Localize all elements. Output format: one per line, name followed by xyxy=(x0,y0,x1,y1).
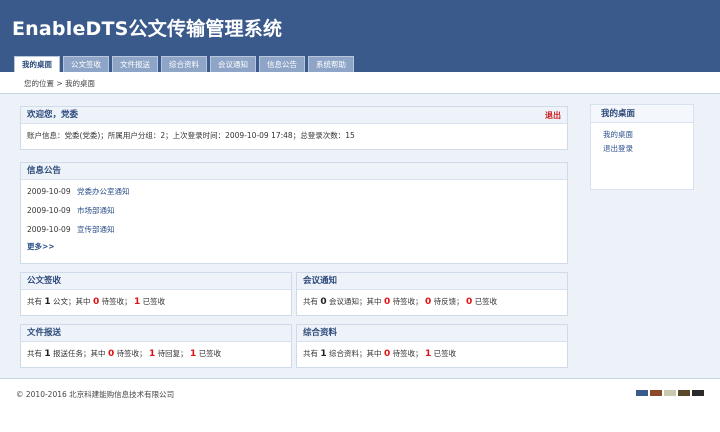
tab-notices[interactable]: 信息公告 xyxy=(259,56,305,72)
sidebar: 我的桌面 我的桌面 退出登录 xyxy=(590,104,694,190)
total-count: 1 xyxy=(44,349,51,359)
text: 公文；其中 xyxy=(53,297,91,306)
total-count: 1 xyxy=(44,297,51,307)
notice-item[interactable]: 2009-10-09 宣传部通知 xyxy=(27,220,561,239)
footer: © 2010-2016 北京科建能购信息技术有限公司 xyxy=(0,378,720,432)
welcome-header: 欢迎您，党委 退出 xyxy=(21,107,567,124)
notices-list: 2009-10-09 党委办公室通知 2009-10-09 市场部通知 2009… xyxy=(21,180,567,258)
theme-swatch-3[interactable] xyxy=(678,390,690,396)
main-nav-tabs: 我的桌面 公文签收 文件报送 综合资料 会议通知 信息公告 系统帮助 xyxy=(14,56,357,72)
notices-panel: 信息公告 2009-10-09 党委办公室通知 2009-10-09 市场部通知… xyxy=(20,162,568,264)
app-header: EnableDTS公文传输管理系统 我的桌面 公文签收 文件报送 综合资料 会议… xyxy=(0,0,720,72)
welcome-title: 欢迎您，党委 xyxy=(27,110,79,120)
text: 已签收 xyxy=(433,349,457,358)
docs-receive-summary: 共有 1 公文；其中 0 待签收； 1 已签收 xyxy=(21,290,291,313)
notice-link[interactable]: 宣传部通知 xyxy=(77,225,115,234)
meeting-summary: 共有 0 会议通知；其中 0 待签收； 0 待反馈； 0 已签收 xyxy=(297,290,567,313)
text: 共有 xyxy=(303,297,318,306)
pending-count: 0 xyxy=(383,297,391,307)
text: 待签收； xyxy=(392,349,423,358)
theme-swatch-1[interactable] xyxy=(650,390,662,396)
text: 已签收 xyxy=(142,297,166,306)
text: 共有 xyxy=(27,349,42,358)
tab-file-submit[interactable]: 文件报送 xyxy=(112,56,158,72)
text: 待回复； xyxy=(157,349,188,358)
file-submit-title: 文件报送 xyxy=(21,325,291,342)
file-submit-summary: 共有 1 报送任务；其中 0 待签收； 1 待回复； 1 已签收 xyxy=(21,342,291,365)
done-count: 1 xyxy=(190,349,197,359)
materials-title: 综合资料 xyxy=(297,325,567,342)
text: 待签收； xyxy=(116,349,147,358)
done-count: 1 xyxy=(133,297,141,307)
account-info: 账户信息：党委(党委)；所属用户分组：2；上次登录时间：2009-10-09 1… xyxy=(27,131,355,140)
tab-help[interactable]: 系统帮助 xyxy=(308,56,354,72)
tab-materials[interactable]: 综合资料 xyxy=(161,56,207,72)
theme-swatches xyxy=(634,390,704,396)
meeting-title: 会议通知 xyxy=(297,273,567,290)
docs-receive-panel: 公文签收 共有 1 公文；其中 0 待签收； 1 已签收 xyxy=(20,272,292,316)
more-link[interactable]: 更多>> xyxy=(27,241,561,252)
text: 综合资料；其中 xyxy=(329,349,382,358)
welcome-panel: 欢迎您，党委 退出 账户信息：党委(党委)；所属用户分组：2；上次登录时间：20… xyxy=(20,106,568,150)
notice-date: 2009-10-09 xyxy=(27,225,71,234)
text: 待反馈； xyxy=(433,297,464,306)
notice-date: 2009-10-09 xyxy=(27,187,71,196)
done-count: 0 xyxy=(466,297,473,307)
sidebar-title: 我的桌面 xyxy=(591,105,693,123)
notice-date: 2009-10-09 xyxy=(27,206,71,215)
reply-count: 1 xyxy=(148,349,156,359)
done-count: 1 xyxy=(424,349,432,359)
tab-docs-receive[interactable]: 公文签收 xyxy=(63,56,109,72)
text: 待签收； xyxy=(392,297,423,306)
theme-swatch-4[interactable] xyxy=(692,390,704,396)
theme-swatch-0[interactable] xyxy=(636,390,648,396)
docs-receive-title: 公文签收 xyxy=(21,273,291,290)
theme-swatch-2[interactable] xyxy=(664,390,676,396)
meeting-panel: 会议通知 共有 0 会议通知；其中 0 待签收； 0 待反馈； 0 已签收 xyxy=(296,272,568,316)
file-submit-panel: 文件报送 共有 1 报送任务；其中 0 待签收； 1 待回复； 1 已签收 xyxy=(20,324,292,368)
breadcrumb-bar: 您的位置 > 我的桌面 xyxy=(0,72,720,94)
text: 已签收 xyxy=(198,349,222,358)
notices-title: 信息公告 xyxy=(21,163,567,180)
notice-item[interactable]: 2009-10-09 党委办公室通知 xyxy=(27,182,561,201)
pending-count: 0 xyxy=(383,349,391,359)
copyright: © 2010-2016 北京科建能购信息技术有限公司 xyxy=(16,390,175,399)
text: 待签收； xyxy=(101,297,132,306)
notice-link[interactable]: 党委办公室通知 xyxy=(77,187,130,196)
sidebar-link-desktop[interactable]: 我的桌面 xyxy=(591,128,693,142)
text: 共有 xyxy=(303,349,318,358)
tab-my-desktop[interactable]: 我的桌面 xyxy=(14,56,60,72)
notice-item[interactable]: 2009-10-09 市场部通知 xyxy=(27,201,561,220)
materials-panel: 综合资料 共有 1 综合资料；其中 0 待签收； 1 已签收 xyxy=(296,324,568,368)
text: 会议通知；其中 xyxy=(329,297,382,306)
text: 报送任务；其中 xyxy=(53,349,106,358)
sidebar-link-logout[interactable]: 退出登录 xyxy=(591,142,693,156)
feedback-count: 0 xyxy=(424,297,432,307)
text: 已签收 xyxy=(474,297,498,306)
notice-link[interactable]: 市场部通知 xyxy=(77,206,115,215)
text: 共有 xyxy=(27,297,42,306)
pending-count: 0 xyxy=(107,349,115,359)
materials-summary: 共有 1 综合资料；其中 0 待签收； 1 已签收 xyxy=(297,342,567,365)
app-title: EnableDTS公文传输管理系统 xyxy=(12,18,283,40)
pending-count: 0 xyxy=(92,297,100,307)
tab-meeting[interactable]: 会议通知 xyxy=(210,56,256,72)
logout-link[interactable]: 退出 xyxy=(545,107,561,124)
breadcrumb: 您的位置 > 我的桌面 xyxy=(24,79,96,88)
main-content: 欢迎您，党委 退出 账户信息：党委(党委)；所属用户分组：2；上次登录时间：20… xyxy=(0,94,720,378)
total-count: 0 xyxy=(320,297,327,307)
total-count: 1 xyxy=(320,349,327,359)
sidebar-links: 我的桌面 退出登录 xyxy=(591,123,693,156)
